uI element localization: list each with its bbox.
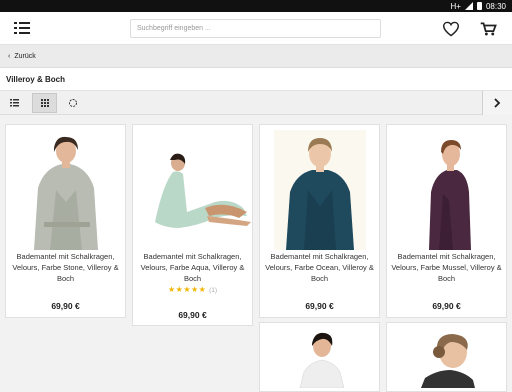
heart-icon[interactable] [442, 21, 460, 37]
grid-view-button[interactable] [32, 93, 57, 113]
product-image [274, 328, 366, 388]
product-card[interactable]: Bademantel mit Schalkragen, Velours, Far… [386, 124, 507, 318]
product-card[interactable]: Bademantel mit Schalkragen, Velours, Far… [5, 124, 126, 318]
signal-icon [464, 2, 473, 10]
product-price: 69,90 € [305, 301, 334, 311]
product-price: 69,90 € [178, 310, 207, 320]
product-image [274, 130, 366, 250]
product-name[interactable]: Bademantel mit Schalkragen, Velours, Far… [137, 251, 248, 284]
filter-button[interactable] [60, 93, 85, 113]
category-title: Villeroy & Boch [0, 68, 512, 91]
rating: ★★★★★ (1) [133, 285, 252, 294]
next-button[interactable] [482, 91, 512, 115]
listing-toolbar [0, 91, 512, 115]
grid-view-icon [40, 99, 49, 107]
clock: 08:30 [485, 1, 506, 11]
product-price: 69,90 € [51, 301, 80, 311]
search-input[interactable]: Suchbegriff eingeben ... [130, 19, 381, 38]
back-label: Zurück [14, 52, 36, 60]
product-name[interactable]: Bademantel mit Schalkragen, Velours, Far… [264, 251, 375, 284]
back-link[interactable]: ‹ Zurück [0, 45, 512, 68]
filter-icon [68, 99, 77, 107]
battery-icon [476, 2, 482, 10]
product-image [401, 130, 493, 250]
product-name[interactable]: Bademantel mit Schalkragen, Velours, Far… [10, 251, 121, 284]
product-price: 69,90 € [432, 301, 461, 311]
product-card[interactable]: Bademantel mit Schalkragen, Velours, Far… [259, 124, 380, 318]
product-image [135, 130, 252, 250]
rating-stars: ★★★★★ [167, 285, 207, 294]
chevron-right-icon [494, 98, 501, 108]
network-label: H+ [450, 1, 461, 11]
list-view-icon [10, 99, 19, 107]
product-name[interactable]: Bademantel mit Schalkragen, Velours, Far… [391, 251, 502, 284]
menu-icon[interactable] [14, 22, 30, 35]
product-image [401, 328, 493, 388]
product-card[interactable] [386, 322, 507, 392]
product-card[interactable]: Bademantel mit Schalkragen, Velours, Far… [132, 124, 253, 326]
app-header: Suchbegriff eingeben ... [0, 12, 512, 45]
rating-count: (1) [209, 287, 218, 294]
cart-icon[interactable] [480, 21, 497, 37]
list-view-button[interactable] [2, 93, 27, 113]
status-bar: H+ 08:30 [0, 0, 512, 12]
product-image [20, 130, 112, 250]
chevron-left-icon: ‹ [8, 52, 11, 60]
product-grid: Bademantel mit Schalkragen, Velours, Far… [0, 115, 512, 392]
product-card[interactable] [259, 322, 380, 392]
